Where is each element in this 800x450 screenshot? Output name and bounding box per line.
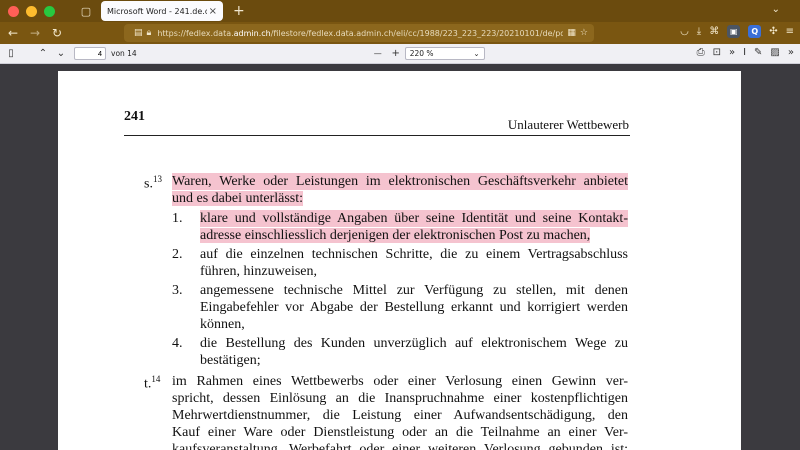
image-tool-icon[interactable]: ▨ — [770, 47, 779, 58]
text-line: Kauf einer Ware oder Dienstleistung oder… — [172, 424, 628, 441]
back-icon[interactable]: ← — [2, 26, 24, 40]
pdf-viewer[interactable]: 241 Unlauterer Wettbewerb s.13 Waren, We… — [0, 64, 800, 450]
pocket-icon[interactable]: ◡ — [680, 26, 689, 37]
text-content: die Bestellung des Kunden unverzüglich a… — [200, 336, 628, 351]
tab-bar: ▢ Microsoft Word - 241.de.doc - fed × + … — [0, 0, 800, 22]
page-count: von 14 — [111, 49, 137, 58]
text-line: können, — [200, 317, 245, 332]
highlighted-text: und es dabei unterlässt: — [172, 191, 304, 206]
previous-page-icon[interactable]: ⌃ — [34, 48, 52, 59]
tab-overview-icon[interactable]: ▢ — [79, 4, 93, 18]
text-line: Eingabefehler vor Abgabe der Bestellung … — [200, 299, 628, 316]
text-line: Mehrwertdienstnummer, die Leistung einer… — [172, 407, 628, 424]
item-marker-t: t.14 — [144, 371, 160, 393]
footnote-ref[interactable]: 14 — [151, 374, 160, 384]
text-tool-icon[interactable]: I — [743, 47, 746, 58]
zoom-value: 220 % — [409, 49, 434, 58]
extension-q-icon[interactable]: Q — [748, 25, 762, 38]
text-content: Mehrwertdienstnummer, die Leistung einer… — [172, 408, 628, 423]
navigation-bar: ← → ↻ ▤ 🔒︎ https://fedlex.data.admin.ch/… — [0, 22, 800, 44]
text-line: im Rahmen eines Wettbewerbs oder einer V… — [172, 373, 628, 390]
tab-title: Microsoft Word - 241.de.doc - fed — [107, 6, 207, 16]
highlighted-text: klare und vollständige Angaben über sein… — [200, 210, 628, 227]
text-content: Kauf einer Ware oder Dienstleistung oder… — [172, 425, 628, 440]
sidebar-toggle-icon[interactable]: ▯ — [2, 48, 20, 59]
text-content: angemessene technische Mittel zur Verfüg… — [200, 283, 628, 298]
list-number: 3. — [172, 283, 183, 298]
lock-icon[interactable]: 🔒︎ — [147, 28, 152, 38]
window-controls — [8, 5, 55, 17]
url-text: https://fedlex.data.admin.ch/filestore/f… — [157, 29, 563, 38]
list-all-tabs-icon[interactable]: ⌄ — [772, 4, 780, 15]
text-line: Waren, Werke oder Leistungen im elektron… — [172, 173, 628, 190]
list-number: 4. — [172, 336, 183, 351]
text-content: Eingabefehler vor Abgabe der Bestellung … — [200, 300, 628, 315]
text-line: kaufsveranstaltung, Werbefahrt oder eine… — [172, 441, 628, 450]
pdf-tools-right: ⎙ ⊡ » I ✎ ▨ » — [697, 47, 794, 58]
url-prefix: https://fedlex.data. — [157, 28, 234, 38]
header-rule — [124, 135, 630, 136]
page-header-number: 241 — [124, 109, 145, 124]
page-header-title: Unlauterer Wettbewerb — [507, 117, 629, 132]
url-rest: /filestore/fedlex.data.admin.ch/eli/cc/1… — [270, 28, 564, 38]
zoom-out-button[interactable]: — — [369, 49, 387, 58]
zoom-select[interactable]: 220 % ⌄ — [404, 47, 485, 60]
text-line: und es dabei unterlässt: — [172, 190, 304, 207]
reader-view-icon[interactable]: ▦ — [567, 28, 576, 38]
draw-icon[interactable]: ✎ — [754, 47, 762, 58]
url-host: admin.ch — [233, 28, 271, 38]
text-line: spricht, dessen Einlösung an die Inanspr… — [172, 390, 628, 407]
chevron-down-icon: ⌄ — [473, 49, 480, 58]
marker-letter: s. — [144, 176, 153, 192]
page-number-input[interactable] — [74, 47, 106, 60]
save-icon[interactable]: ⊡ — [713, 47, 721, 58]
text-content: im Rahmen eines Wettbewerbs oder einer V… — [172, 374, 628, 389]
pdf-page: 241 Unlauterer Wettbewerb s.13 Waren, We… — [58, 71, 741, 450]
tab-close-icon[interactable]: × — [209, 6, 217, 17]
highlighted-text: Waren, Werke oder Leistungen im elektron… — [172, 173, 628, 190]
text-line: führen, hinzuweisen, — [200, 264, 318, 279]
pdf-toolbar: ▯ ⌃ ⌄ von 14 — + 220 % ⌄ ⎙ ⊡ » I ✎ ▨ » — [0, 44, 800, 64]
text-line: die Bestellung des Kunden unverzüglich a… — [200, 335, 628, 352]
highlighted-text: adresse einschliesslich derjenigen der e… — [200, 228, 591, 243]
active-tab[interactable]: Microsoft Word - 241.de.doc - fed × — [101, 1, 223, 21]
more-tools-icon[interactable]: » — [729, 47, 735, 58]
close-window-button[interactable] — [8, 5, 19, 17]
tools-menu-icon[interactable]: » — [788, 47, 794, 58]
text-content: spricht, dessen Einlösung an die Inanspr… — [172, 391, 628, 406]
translate-icon[interactable]: ⌘ — [709, 26, 719, 37]
text-line: auf die einzelnen technischen Schritte, … — [200, 246, 628, 263]
pdf-page-icon: ▤ — [134, 28, 143, 38]
list-number: 1. — [172, 211, 183, 226]
text-line: angemessene technische Mittel zur Verfüg… — [200, 282, 628, 299]
print-icon[interactable]: ⎙ — [697, 47, 705, 58]
item-marker-s: s.13 — [144, 171, 162, 193]
forward-icon[interactable]: → — [24, 26, 46, 40]
downloads-icon[interactable]: ⤓ — [697, 26, 701, 37]
zoom-in-button[interactable]: + — [387, 48, 405, 59]
next-page-icon[interactable]: ⌄ — [52, 48, 70, 59]
maximize-window-button[interactable] — [44, 5, 55, 17]
extension-icon[interactable]: ▣ — [727, 25, 741, 38]
text-line: bestätigen; — [200, 353, 261, 368]
reload-icon[interactable]: ↻ — [46, 26, 68, 40]
text-content: auf die einzelnen technischen Schritte, … — [200, 247, 628, 262]
list-number: 2. — [172, 247, 183, 262]
text-line: adresse einschliesslich derjenigen der e… — [200, 227, 591, 244]
text-line: klare und vollständige Angaben über sein… — [200, 210, 628, 227]
toolbar-right: ◡ ⤓ ⌘ ▣ Q ✣ ≡ — [680, 25, 794, 38]
footnote-ref[interactable]: 13 — [153, 174, 162, 184]
minimize-window-button[interactable] — [26, 5, 37, 17]
address-bar[interactable]: ▤ 🔒︎ https://fedlex.data.admin.ch/filest… — [124, 24, 594, 42]
new-tab-button[interactable]: + — [233, 3, 245, 19]
app-menu-icon[interactable]: ≡ — [786, 26, 794, 37]
text-content: kaufsveranstaltung, Werbefahrt oder eine… — [172, 442, 628, 450]
extensions-puzzle-icon[interactable]: ✣ — [769, 26, 777, 37]
bookmark-star-icon[interactable]: ☆ — [580, 28, 588, 38]
